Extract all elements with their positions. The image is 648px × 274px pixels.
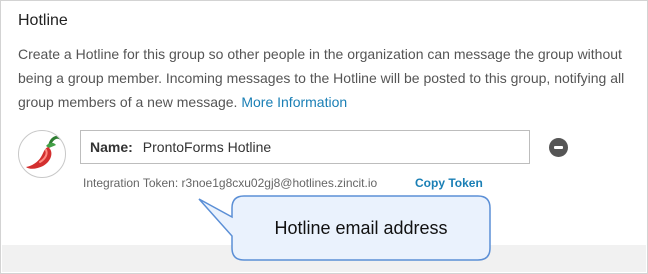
footer-strip — [2, 245, 646, 272]
copy-token-button[interactable]: Copy Token — [415, 176, 483, 190]
name-label: Name: — [90, 139, 133, 155]
more-information-link[interactable]: More Information — [241, 94, 347, 110]
section-description: Create a Hotline for this group so other… — [18, 42, 638, 114]
hotline-name-input[interactable] — [140, 138, 529, 156]
section-title: Hotline — [18, 12, 68, 29]
callout-text: Hotline email address — [274, 218, 448, 238]
token-label: Integration Token: — [83, 176, 179, 190]
hotline-name-field: Name: — [80, 130, 530, 164]
remove-hotline-button[interactable] — [549, 138, 568, 157]
token-value: r3noe1g8cxu02gj8@hotlines.zincit.io — [181, 176, 378, 190]
chili-pepper-icon — [18, 130, 66, 178]
integration-token: Integration Token: r3noe1g8cxu02gj8@hotl… — [83, 176, 377, 190]
